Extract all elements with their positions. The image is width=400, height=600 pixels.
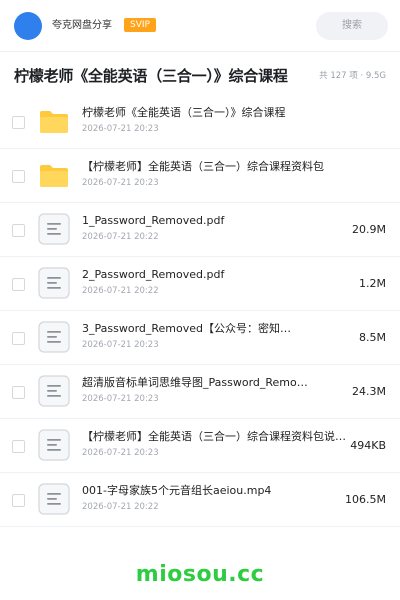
file-date: 2026-07-21 20:22	[82, 502, 159, 512]
file-name: 柠檬老师《全能英语（三合一）》综合课程	[82, 106, 286, 119]
list-item[interactable]: 【柠檬老师】全能英语（三合一）综合课程资料包说明… 2026-07-21 20:…	[0, 419, 400, 473]
file-date: 2026-07-21 20:23	[82, 394, 159, 404]
file-date: 2026-07-21 20:23	[82, 124, 159, 134]
row-checkbox[interactable]	[12, 440, 25, 453]
file-name: 3_Password_Removed【公众号：密知…	[82, 322, 291, 335]
file-size: 24.3M	[352, 385, 386, 398]
document-icon	[38, 321, 70, 353]
list-item[interactable]: 超清版音标单词思维导图_Password_Remo… 2026-07-21 20…	[0, 365, 400, 419]
file-name: 【柠檬老师】全能英语（三合一）综合课程资料包说明…	[82, 430, 352, 443]
list-item[interactable]: 【柠檬老师】全能英语（三合一）综合课程资料包 2026-07-21 20:23	[0, 149, 400, 203]
row-checkbox[interactable]	[12, 494, 25, 507]
row-checkbox[interactable]	[12, 170, 25, 183]
folder-icon	[40, 165, 68, 187]
document-icon	[38, 213, 70, 245]
file-date: 2026-07-21 20:23	[82, 340, 159, 350]
file-name: 001-字母家族5个元音组长aeiou.mp4	[82, 484, 272, 497]
header-bar: 夸克网盘分享 SVIP 搜索	[0, 0, 400, 52]
row-checkbox[interactable]	[12, 224, 25, 237]
file-summary: 共 127 项 · 9.5G	[319, 71, 386, 81]
row-checkbox[interactable]	[12, 386, 25, 399]
list-item[interactable]: 2_Password_Removed.pdf 2026-07-21 20:22 …	[0, 257, 400, 311]
search-input[interactable]: 搜索	[316, 12, 388, 40]
file-date: 2026-07-21 20:23	[82, 448, 159, 458]
page-title: 柠檬老师《全能英语（三合一）》综合课程	[14, 67, 288, 85]
file-size: 106.5M	[345, 493, 386, 506]
list-item[interactable]: 001-字母家族5个元音组长aeiou.mp4 2026-07-21 20:22…	[0, 473, 400, 527]
file-date: 2026-07-21 20:22	[82, 232, 159, 242]
list-item[interactable]: 柠檬老师《全能英语（三合一）》综合课程 2026-07-21 20:23	[0, 95, 400, 149]
file-size: 8.5M	[359, 331, 386, 344]
file-name: 【柠檬老师】全能英语（三合一）综合课程资料包	[82, 160, 324, 173]
document-icon	[38, 429, 70, 461]
watermark: miosou.cc	[135, 562, 265, 587]
list-item[interactable]: 1_Password_Removed.pdf 2026-07-21 20:22 …	[0, 203, 400, 257]
avatar[interactable]	[14, 12, 42, 40]
file-name: 2_Password_Removed.pdf	[82, 268, 225, 281]
row-checkbox[interactable]	[12, 278, 25, 291]
share-username: 夸克网盘分享	[52, 20, 112, 31]
row-checkbox[interactable]	[12, 332, 25, 345]
document-icon	[38, 483, 70, 515]
file-size: 494KB	[350, 439, 386, 452]
list-item[interactable]: 3_Password_Removed【公众号：密知… 2026-07-21 20…	[0, 311, 400, 365]
vip-badge: SVIP	[124, 18, 156, 32]
file-date: 2026-07-21 20:23	[82, 178, 159, 188]
folder-icon	[40, 111, 68, 133]
row-checkbox[interactable]	[12, 116, 25, 129]
title-row: 柠檬老师《全能英语（三合一）》综合课程 共 127 项 · 9.5G	[0, 52, 400, 98]
file-name: 超清版音标单词思维导图_Password_Remo…	[82, 376, 308, 389]
file-name: 1_Password_Removed.pdf	[82, 214, 225, 227]
file-size: 1.2M	[359, 277, 386, 290]
document-icon	[38, 267, 70, 299]
file-size: 20.9M	[352, 223, 386, 236]
document-icon	[38, 375, 70, 407]
file-date: 2026-07-21 20:22	[82, 286, 159, 296]
